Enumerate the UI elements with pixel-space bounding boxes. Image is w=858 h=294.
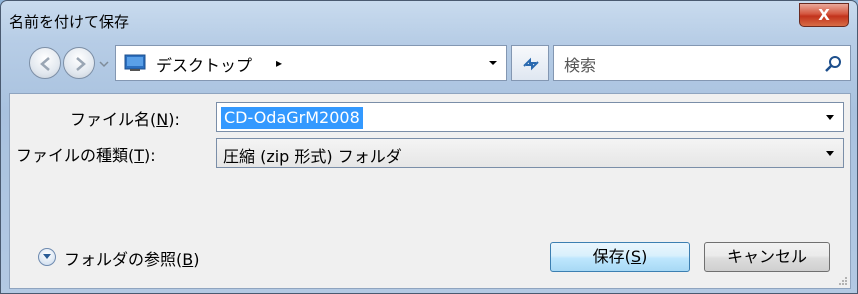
expand-chevron-icon[interactable] <box>38 248 56 266</box>
save-as-dialog: 名前を付けて保存 X デスクトップ ▸ 検索 ファイル名(N): CD-OdaG… <box>0 0 858 294</box>
refresh-icon <box>523 57 539 71</box>
filename-value[interactable]: CD-OdaGrM2008 <box>221 107 363 129</box>
form-panel: ファイル名(N): CD-OdaGrM2008 ファイルの種類(T): 圧縮 (… <box>9 93 851 289</box>
search-box[interactable]: 検索 <box>553 45 851 81</box>
navigation-bar: デスクトップ ▸ 検索 <box>1 43 857 91</box>
window-title: 名前を付けて保存 <box>9 13 130 31</box>
filetype-label: ファイルの種類(T): <box>16 146 156 165</box>
address-location[interactable]: デスクトップ <box>156 52 252 76</box>
filetype-select[interactable]: 圧縮 (zip 形式) フォルダ <box>216 138 844 168</box>
search-icon[interactable] <box>824 54 844 74</box>
filetype-value: 圧縮 (zip 形式) フォルダ <box>223 147 402 166</box>
cancel-button[interactable]: キャンセル <box>704 242 830 272</box>
resize-grip-icon[interactable] <box>838 276 848 286</box>
back-arrow-icon <box>40 57 50 71</box>
filename-label: ファイル名(N): <box>70 110 180 129</box>
recent-pages-dropdown-icon[interactable] <box>99 59 109 69</box>
search-placeholder: 検索 <box>564 56 597 75</box>
chevron-down-icon[interactable] <box>825 150 835 158</box>
title-bar[interactable]: 名前を付けて保存 X <box>1 1 857 41</box>
save-button[interactable]: 保存(S) <box>550 242 690 272</box>
filename-input[interactable]: CD-OdaGrM2008 <box>216 102 844 132</box>
breadcrumb-chevron-icon[interactable]: ▸ <box>276 56 282 70</box>
refresh-button[interactable] <box>511 45 549 81</box>
desktop-icon <box>124 54 146 71</box>
close-button[interactable]: X <box>799 3 849 27</box>
close-icon: X <box>818 6 830 24</box>
chevron-down-icon[interactable] <box>825 114 835 122</box>
forward-arrow-icon <box>76 57 86 71</box>
chevron-down-icon[interactable] <box>488 58 498 68</box>
back-button[interactable] <box>29 47 61 79</box>
forward-button[interactable] <box>63 47 95 79</box>
address-bar[interactable]: デスクトップ ▸ <box>115 45 507 81</box>
browse-folders-label[interactable]: フォルダの参照(B) <box>64 246 199 270</box>
